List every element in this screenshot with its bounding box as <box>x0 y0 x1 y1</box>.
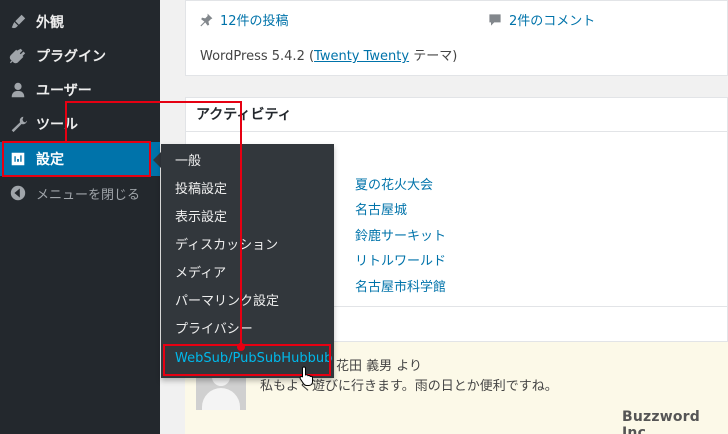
sidebar-item-label: ユーザー <box>36 83 92 99</box>
sidebar-item-appearance[interactable]: 外観 <box>0 5 160 39</box>
sidebar-item-tools[interactable]: ツール <box>0 107 160 141</box>
wrench-icon <box>0 107 36 141</box>
activity-post-link[interactable]: 名古屋市科学館 <box>355 276 446 295</box>
activity-post-link[interactable]: 鈴鹿サーキット <box>355 225 446 244</box>
annotation-box-settings <box>2 141 151 177</box>
submenu-item-discussion[interactable]: ディスカッション <box>175 236 278 256</box>
submenu-item-permalinks[interactable]: パーマリンク設定 <box>175 292 279 312</box>
collapse-icon <box>0 176 36 210</box>
user-icon <box>0 73 36 107</box>
submenu-item-general[interactable]: 一般 <box>175 152 201 172</box>
hand-cursor-icon <box>299 366 313 386</box>
annotation-line <box>65 101 242 103</box>
sidebar-item-label: ツール <box>36 117 78 133</box>
collapse-menu-button[interactable]: メニューを閉じる <box>0 176 160 210</box>
annotation-dot <box>237 343 245 351</box>
activity-post-link[interactable]: 夏の花火大会 <box>355 174 433 193</box>
sidebar-item-plugins[interactable]: プラグイン <box>0 39 160 73</box>
comments-count-link[interactable]: 2件のコメント <box>487 10 595 29</box>
sidebar-item-label: 外観 <box>36 15 64 31</box>
pin-icon <box>200 13 213 26</box>
posts-count-label: 12件の投稿 <box>220 14 289 29</box>
version-suffix: テーマ) <box>409 49 458 64</box>
comment-icon <box>489 13 501 26</box>
submenu-item-media[interactable]: メディア <box>175 264 226 284</box>
divider <box>185 131 728 132</box>
admin-sidebar: 外観 プラグイン ユーザー ツール 設定 メニューを閉じる <box>0 0 160 434</box>
activity-post-link[interactable]: 名古屋城 <box>355 199 407 218</box>
settings-submenu: 一般 投稿設定 表示設定 ディスカッション メディア パーマリンク設定 プライバ… <box>161 144 334 378</box>
brush-icon <box>0 5 36 39</box>
active-menu-arrow <box>153 152 161 168</box>
plugin-icon <box>0 39 36 73</box>
annotation-line <box>65 101 67 142</box>
annotation-line <box>240 101 242 346</box>
submenu-item-reading[interactable]: 表示設定 <box>175 208 227 228</box>
watermark: Buzzword Inc. <box>622 409 701 434</box>
posts-count-link[interactable]: 12件の投稿 <box>198 10 289 29</box>
theme-link[interactable]: Twenty Twenty <box>314 49 409 64</box>
version-prefix: WordPress 5.4.2 ( <box>200 49 315 64</box>
comments-count-label: 2件のコメント <box>509 14 596 29</box>
activity-title: アクティビティ <box>196 107 292 123</box>
sidebar-item-label: プラグイン <box>36 49 106 65</box>
submenu-item-writing[interactable]: 投稿設定 <box>175 180 227 200</box>
version-info: WordPress 5.4.2 (Twenty Twenty テーマ) <box>200 45 457 64</box>
activity-post-link[interactable]: リトルワールド <box>355 250 446 269</box>
comment-author[interactable]: 花田 義男 より <box>336 355 422 374</box>
sidebar-item-label: メニューを閉じる <box>36 187 141 203</box>
